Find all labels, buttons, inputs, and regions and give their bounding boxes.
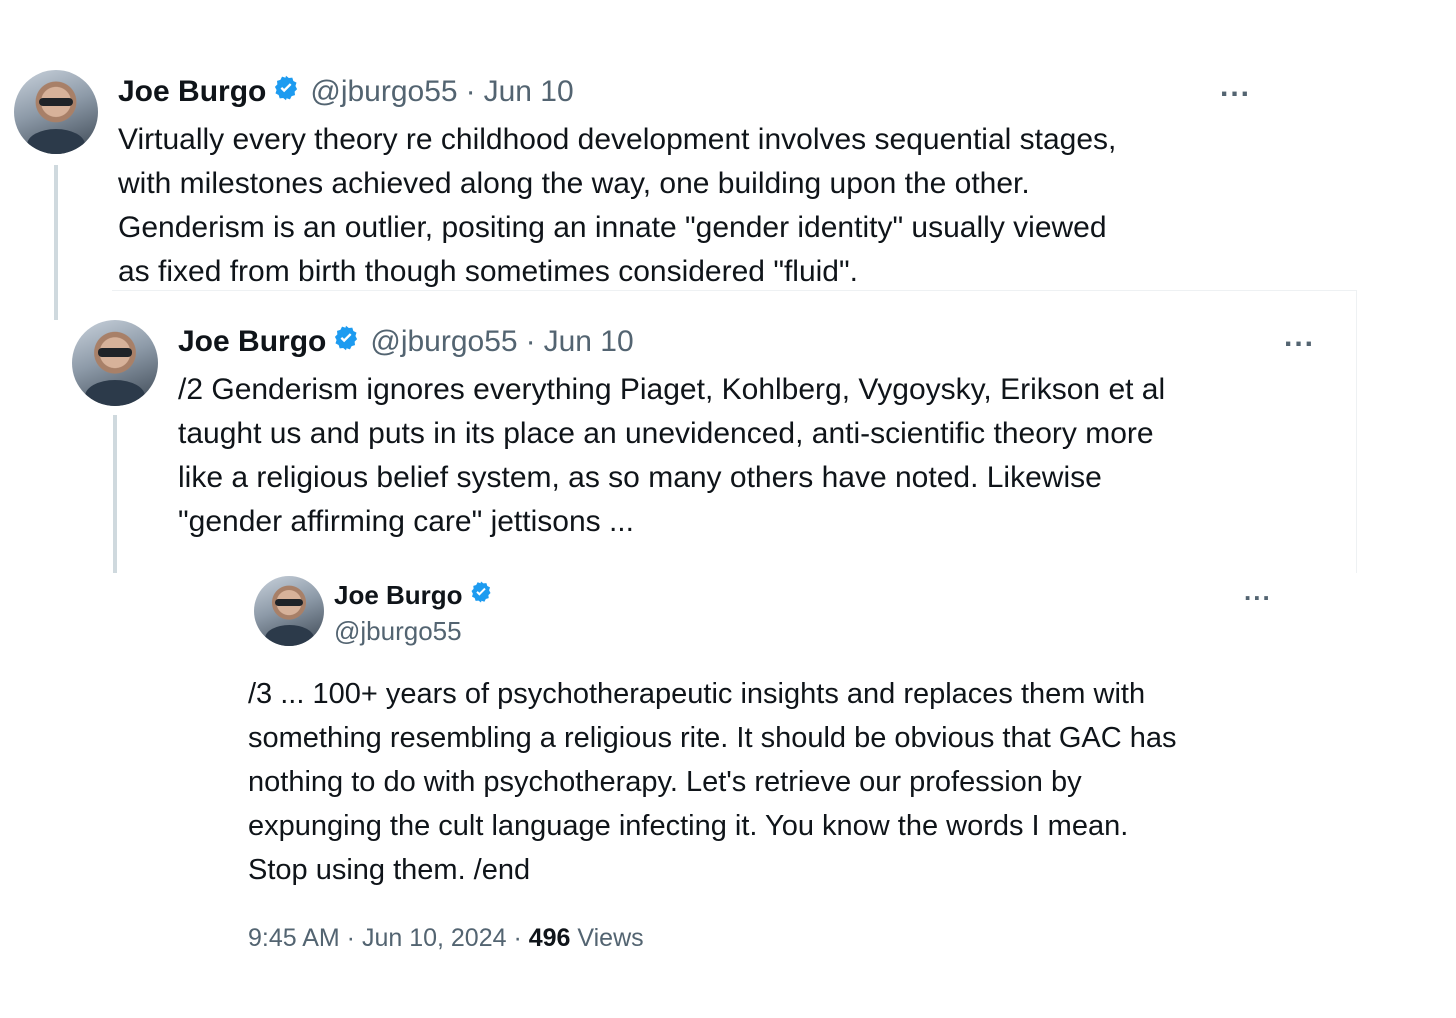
tweet-3[interactable]: Joe Burgo @jburgo55 ... /3 ... 100+ year…	[0, 0, 1456, 1018]
user-handle[interactable]: @jburgo55	[334, 616, 462, 647]
avatar-face	[275, 599, 303, 607]
handle-row: @jburgo55	[334, 614, 462, 648]
more-options-icon[interactable]: ...	[1244, 576, 1272, 607]
views-count[interactable]: 496	[529, 924, 571, 952]
views-label: Views	[570, 924, 644, 952]
tweet-timestamp[interactable]: 9:45 AM · Jun 10, 2024 ·	[248, 924, 529, 952]
tweet-header: Joe Burgo	[334, 578, 493, 612]
avatar-body	[264, 625, 314, 646]
avatar[interactable]	[254, 576, 324, 646]
tweet-meta: 9:45 AM · Jun 10, 2024 · 496 Views	[248, 924, 644, 953]
tweet-text: /3 ... 100+ years of psychotherapeutic i…	[248, 678, 1177, 886]
display-name[interactable]: Joe Burgo	[334, 580, 463, 611]
verified-badge-icon	[469, 580, 493, 611]
